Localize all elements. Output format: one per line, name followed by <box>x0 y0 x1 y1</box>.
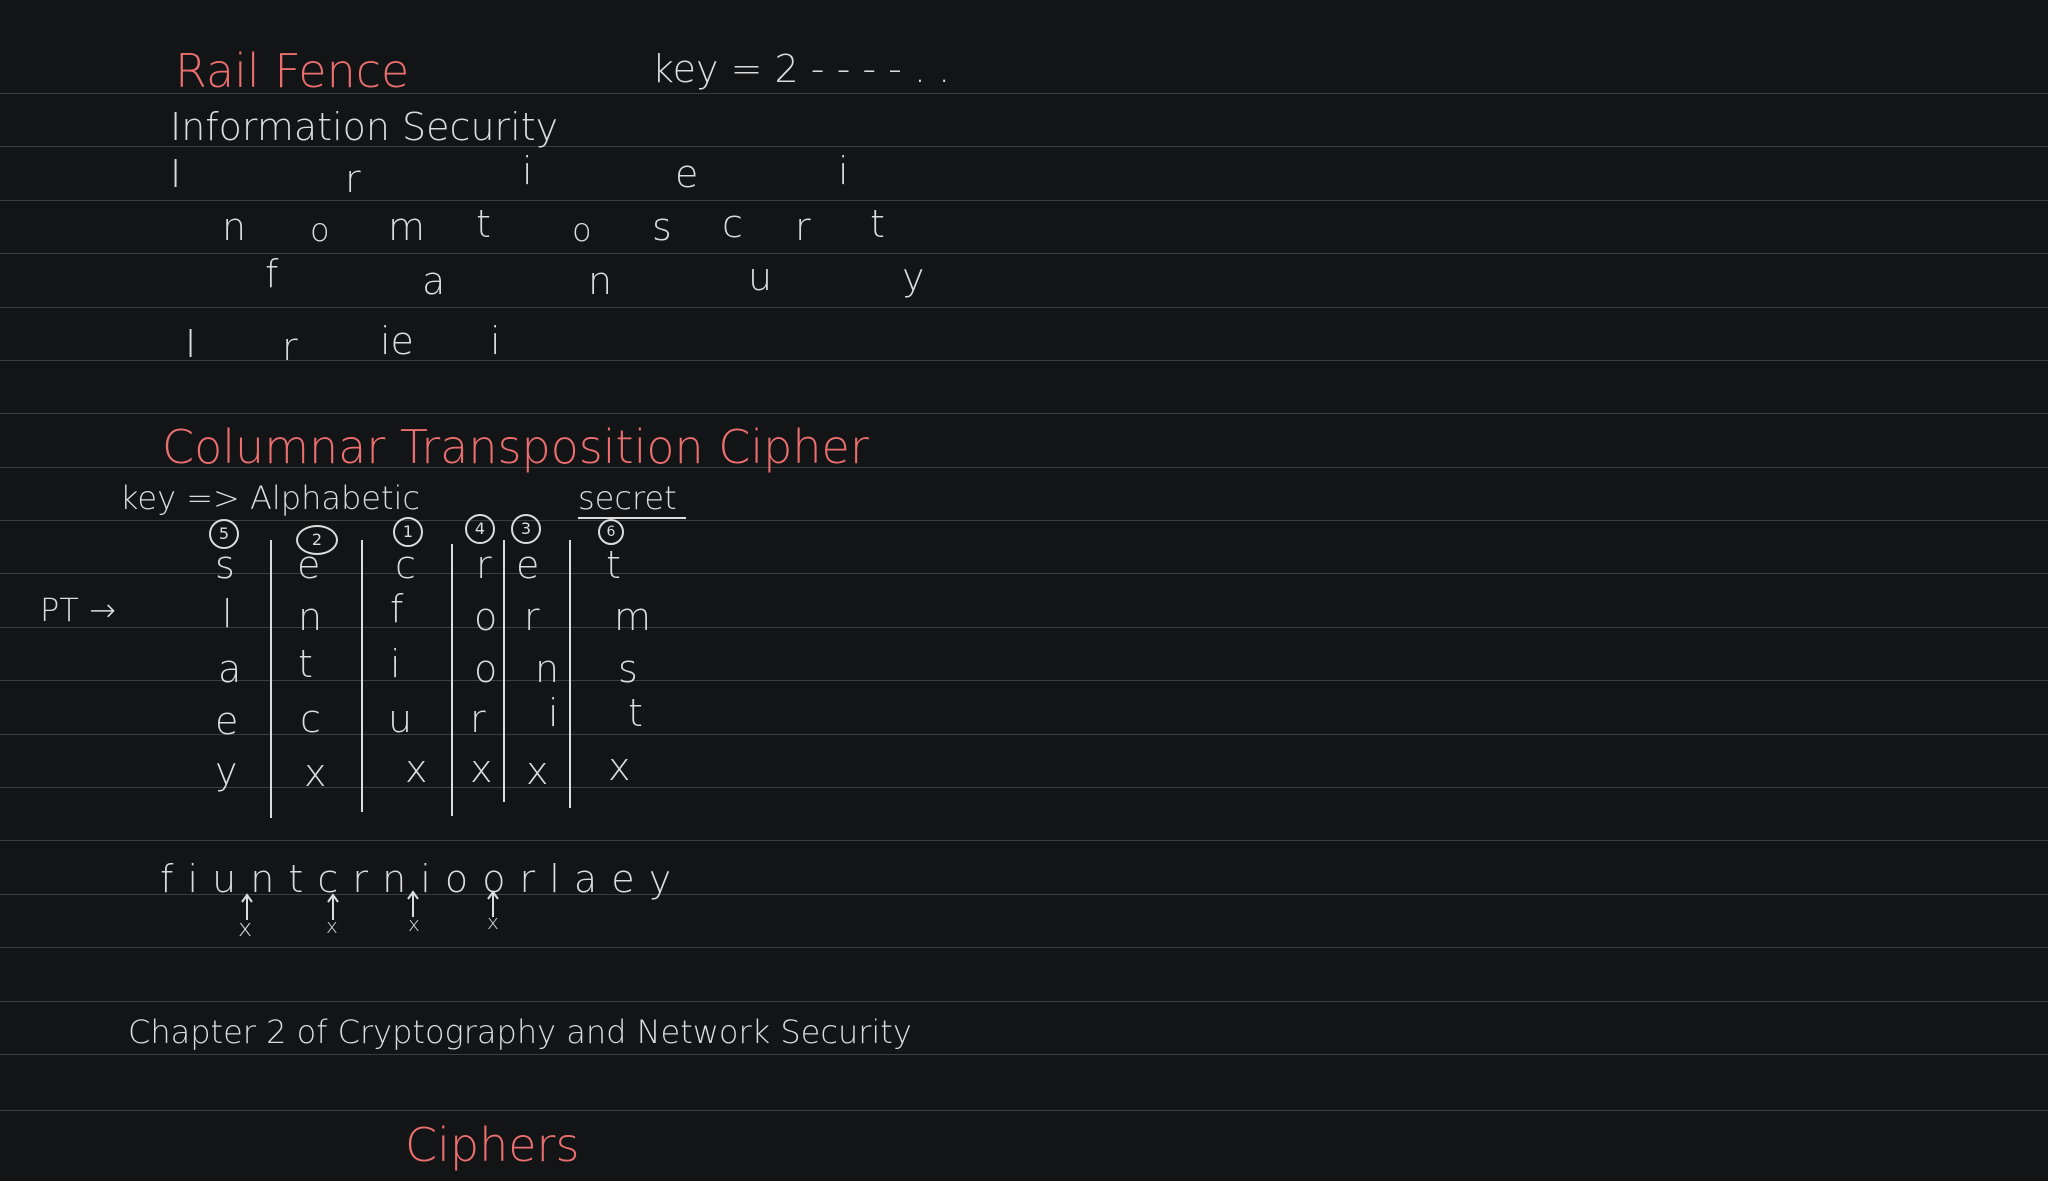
rail-result-letter: r <box>282 325 298 369</box>
ruled-line <box>0 253 2048 254</box>
order-circle: 4 <box>465 514 495 544</box>
rail3-letter: f <box>265 252 279 296</box>
order-circle: 3 <box>511 514 541 544</box>
key-letter: t <box>606 543 621 587</box>
rail3-letter: n <box>588 259 613 303</box>
grid-cell: n <box>298 595 323 639</box>
chapter-reference: Chapter 2 of Cryptography and Network Se… <box>128 1013 912 1051</box>
ruled-line <box>0 360 2048 361</box>
rail1-letter: e <box>675 152 699 196</box>
plaintext-label: PT → <box>40 591 116 629</box>
rail-result-letter: ie <box>380 319 414 363</box>
padding-mark: x <box>487 910 499 934</box>
grid-cell: n <box>535 647 560 691</box>
grid-cell: f <box>390 587 404 631</box>
grid-cell: r <box>524 595 540 639</box>
grid-cell: y <box>215 749 238 793</box>
ruled-line <box>0 307 2048 308</box>
grid-cell: o <box>474 595 498 639</box>
rail3-letter: a <box>422 259 446 303</box>
key-letter: e <box>516 543 540 587</box>
padding-mark: x <box>326 914 338 938</box>
grid-cell: a <box>218 647 242 691</box>
grid-cell: m <box>614 595 652 639</box>
rail2-letter: o <box>572 211 592 249</box>
grid-cell: x <box>608 745 631 789</box>
grid-cell: e <box>215 699 239 743</box>
column-separator <box>451 544 453 816</box>
grid-cell: r <box>470 697 486 741</box>
columnar-title: Columnar Transposition Cipher <box>162 420 869 474</box>
rail2-letter: t <box>870 202 885 246</box>
grid-cell: o <box>474 647 498 691</box>
padding-mark: x <box>238 914 253 942</box>
key-letter: s <box>215 543 235 587</box>
columnar-key-label: key => Alphabetic <box>120 479 420 517</box>
grid-cell: x <box>526 749 549 793</box>
rail2-letter: o <box>310 211 330 249</box>
ruled-line <box>0 1001 2048 1002</box>
grid-cell: t <box>298 642 313 686</box>
rail2-letter: c <box>722 202 743 246</box>
rail-result-letter: i <box>490 319 501 363</box>
rail-result-letter: I <box>185 322 197 366</box>
ruled-line <box>0 520 2048 521</box>
ruled-line <box>0 840 2048 841</box>
rail-fence-key: key = 2 - - - - . . <box>652 47 951 91</box>
grid-cell: i <box>390 642 401 686</box>
note-page: Rail Fence key = 2 - - - - . . Informati… <box>0 0 2048 1181</box>
rail2-letter: m <box>388 205 426 249</box>
ruled-line <box>0 1110 2048 1111</box>
ruled-line <box>0 200 2048 201</box>
key-letter: e <box>297 543 321 587</box>
rail1-letter: r <box>345 157 361 201</box>
ruled-line <box>0 413 2048 414</box>
ciphers-title: Ciphers <box>405 1118 580 1172</box>
grid-cell: s <box>618 647 638 691</box>
ruled-line <box>0 947 2048 948</box>
rail-fence-title: Rail Fence <box>175 44 410 98</box>
grid-cell: x <box>405 747 428 791</box>
rail1-letter: I <box>170 152 182 196</box>
columnar-keyword: secret <box>578 479 677 517</box>
grid-cell: x <box>470 747 493 791</box>
rail2-letter: r <box>795 205 811 249</box>
rail3-letter: u <box>748 255 773 299</box>
key-letter: c <box>395 543 416 587</box>
keyword-underline <box>578 517 686 519</box>
rail2-letter: t <box>476 202 491 246</box>
key-letter: r <box>476 543 492 587</box>
rail1-letter: i <box>838 149 849 193</box>
grid-cell: i <box>548 691 559 735</box>
rail2-letter: n <box>222 205 247 249</box>
padding-mark: x <box>408 912 420 936</box>
grid-cell: c <box>300 697 321 741</box>
column-separator <box>361 540 363 812</box>
rail3-letter: y <box>902 255 925 299</box>
column-separator <box>503 540 505 802</box>
grid-cell: t <box>628 691 643 735</box>
order-circle: 6 <box>598 519 624 545</box>
grid-cell: u <box>388 697 413 741</box>
grid-cell: l <box>222 592 233 636</box>
ruled-line <box>0 1054 2048 1055</box>
grid-cell: x <box>304 751 327 795</box>
rail-fence-plaintext: Information Security <box>170 105 559 149</box>
rail2-letter: s <box>652 205 672 249</box>
column-separator <box>569 540 571 808</box>
column-separator <box>270 540 272 818</box>
rail1-letter: i <box>522 149 533 193</box>
